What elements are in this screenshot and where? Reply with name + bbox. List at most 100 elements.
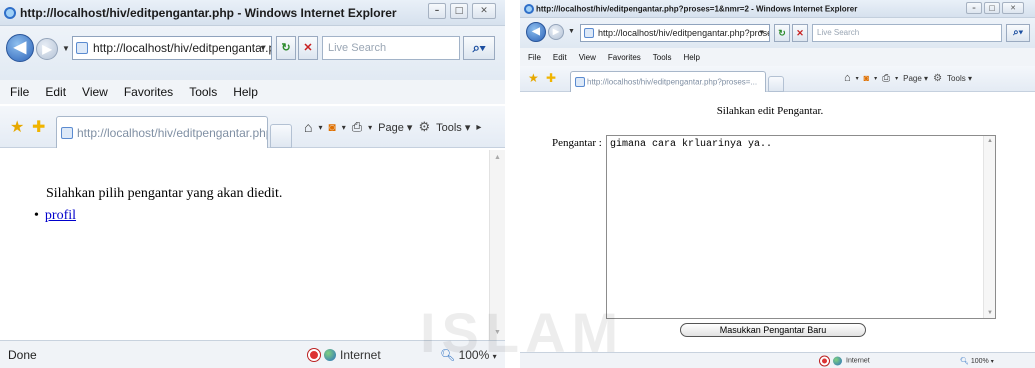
menu-favorites[interactable]: Favorites xyxy=(608,53,641,62)
page-icon xyxy=(584,28,594,38)
globe-icon xyxy=(833,356,842,365)
add-favorite-icon[interactable]: ✚ xyxy=(546,71,556,85)
page-content: Silahkan pilih pengantar yang akan diedi… xyxy=(0,150,505,340)
menu-help[interactable]: Help xyxy=(683,53,699,62)
profil-link[interactable]: profil xyxy=(45,208,76,223)
maximize-button[interactable]: □ xyxy=(450,3,468,19)
zoom-icon: 🔍︎ xyxy=(960,357,969,365)
zone-label: Internet xyxy=(340,347,381,362)
menu-bar: File Edit View Favorites Tools Help xyxy=(0,80,505,104)
refresh-button[interactable]: ↻ xyxy=(276,36,296,60)
page-icon xyxy=(76,42,88,54)
page-icon xyxy=(61,126,73,139)
popup-blocked-icon[interactable] xyxy=(820,356,829,365)
menu-bar: File Edit View Favorites Tools Help xyxy=(520,48,1035,66)
tools-gear-icon[interactable]: ⚙ xyxy=(933,73,942,84)
submit-button[interactable]: Masukkan Pengantar Baru xyxy=(680,323,866,337)
menu-file[interactable]: File xyxy=(10,85,29,99)
close-window-button[interactable]: ✕ xyxy=(1002,2,1024,14)
address-dropdown-icon[interactable]: ▼ xyxy=(259,44,267,53)
scroll-down-icon[interactable]: ▼ xyxy=(987,310,993,316)
menu-tools[interactable]: Tools xyxy=(653,53,672,62)
globe-icon xyxy=(324,348,336,361)
command-bar: ⌂ ▾ ◙ ▾ ⎙ ▾ Page ▾ ⚙ Tools ▾ xyxy=(844,72,972,84)
menu-favorites[interactable]: Favorites xyxy=(124,85,173,99)
browser-window-left: http://localhost/hiv/editpengantar.php -… xyxy=(0,0,505,368)
address-url: http://localhost/hiv/editpengantar.php xyxy=(93,41,272,55)
search-placeholder: Live Search xyxy=(328,42,387,54)
feeds-icon[interactable]: ◙ xyxy=(328,120,335,134)
scroll-up-icon[interactable]: ▲ xyxy=(494,154,501,161)
window-title: http://localhost/hiv/editpengantar.php?p… xyxy=(536,4,858,13)
pengantar-text: gimana cara krluarinya ya.. xyxy=(610,139,773,150)
search-input[interactable]: Live Search xyxy=(322,36,460,60)
close-window-button[interactable]: ✕ xyxy=(472,3,496,19)
refresh-button[interactable]: ↻ xyxy=(774,24,790,42)
menu-help[interactable]: Help xyxy=(233,85,258,99)
status-bar: Internet 🔍︎ 100% ▾ xyxy=(520,352,1035,368)
stop-button[interactable]: ✕ xyxy=(792,24,808,42)
command-bar: ⌂ ▾ ◙ ▾ ⎙ ▾ Page ▾ ⚙ Tools ▾ ▸ xyxy=(304,119,482,135)
page-menu-label: Page xyxy=(903,73,922,83)
menu-tools[interactable]: Tools xyxy=(189,85,217,99)
page-menu-label: Page xyxy=(378,121,404,134)
security-zone[interactable]: Internet xyxy=(308,348,381,362)
home-icon[interactable]: ⌂ xyxy=(304,119,312,135)
scroll-up-icon[interactable]: ▲ xyxy=(987,138,993,144)
zoom-control[interactable]: 🔍︎ 100% ▾ xyxy=(440,348,497,362)
maximize-button[interactable]: □ xyxy=(984,2,1000,14)
tools-menu[interactable]: Tools ▾ xyxy=(947,74,972,83)
favorites-bar: ★ ✚ http://localhost/hiv/editpengantar.p… xyxy=(0,106,505,148)
menu-edit[interactable]: Edit xyxy=(553,53,567,62)
page-menu[interactable]: Page ▾ xyxy=(378,121,412,134)
minimize-button[interactable]: – xyxy=(966,2,982,14)
address-bar[interactable]: http://localhost/hiv/editpengantar.php ▼ xyxy=(72,36,272,60)
search-button[interactable]: ⌕▾ xyxy=(1006,24,1030,42)
tab-current[interactable]: http://localhost/hiv/editpengantar.php xyxy=(56,116,268,148)
menu-view[interactable]: View xyxy=(579,53,596,62)
stop-button[interactable]: ✕ xyxy=(298,36,318,60)
favorites-star-icon[interactable]: ★ xyxy=(10,117,24,137)
forward-button[interactable]: ▶ xyxy=(36,38,58,60)
new-tab-button[interactable] xyxy=(768,76,784,92)
window-title: http://localhost/hiv/editpengantar.php -… xyxy=(20,5,397,20)
zone-label: Internet xyxy=(846,357,870,364)
search-button[interactable]: ⌕▾ xyxy=(463,36,495,60)
instruction-text: Silahkan pilih pengantar yang akan diedi… xyxy=(46,186,283,201)
page-menu[interactable]: Page ▾ xyxy=(903,74,928,83)
status-bar: Done Internet 🔍︎ 100% ▾ xyxy=(0,340,505,368)
textarea-scrollbar[interactable]: ▲ ▼ xyxy=(983,136,995,318)
favorites-star-icon[interactable]: ★ xyxy=(528,71,539,85)
address-bar[interactable]: http://localhost/hiv/editpengantar.php?p… xyxy=(580,24,770,42)
popup-blocked-icon[interactable] xyxy=(308,348,320,361)
zoom-control[interactable]: 🔍︎ 100% ▾ xyxy=(960,357,994,365)
forward-button[interactable]: ▶ xyxy=(548,24,564,40)
pengantar-list: • profil xyxy=(34,208,76,224)
scroll-down-icon[interactable]: ▼ xyxy=(494,329,501,336)
minimize-button[interactable]: – xyxy=(428,3,446,19)
search-input[interactable]: Live Search xyxy=(812,24,1002,42)
back-button[interactable]: ◀ xyxy=(526,22,546,42)
tools-menu[interactable]: Tools ▾ xyxy=(436,121,470,134)
title-bar: http://localhost/hiv/editpengantar.php -… xyxy=(0,0,505,26)
home-icon[interactable]: ⌂ xyxy=(844,72,851,84)
new-tab-button[interactable] xyxy=(270,124,292,148)
pengantar-textarea[interactable]: gimana cara krluarinya ya.. ▲ ▼ xyxy=(606,135,996,319)
chevron-right-icon[interactable]: ▸ xyxy=(476,122,481,133)
history-dropdown-icon[interactable]: ▼ xyxy=(62,44,70,53)
menu-view[interactable]: View xyxy=(82,85,108,99)
print-icon[interactable]: ⎙ xyxy=(882,73,890,84)
security-zone[interactable]: Internet xyxy=(820,356,870,365)
favorites-bar: ★ ✚ http://localhost/hiv/editpengantar.p… xyxy=(520,66,1035,92)
address-dropdown-icon[interactable]: ▼ xyxy=(758,30,765,37)
tab-current[interactable]: http://localhost/hiv/editpengantar.php?p… xyxy=(570,71,766,92)
vertical-scrollbar[interactable]: ▲ ▼ xyxy=(489,150,505,340)
feeds-icon[interactable]: ◙ xyxy=(864,73,869,83)
menu-edit[interactable]: Edit xyxy=(45,85,66,99)
print-icon[interactable]: ⎙ xyxy=(352,119,362,135)
back-button[interactable]: ◀ xyxy=(6,34,34,62)
tools-gear-icon[interactable]: ⚙ xyxy=(418,119,430,135)
history-dropdown-icon[interactable]: ▼ xyxy=(568,28,575,35)
menu-file[interactable]: File xyxy=(528,53,541,62)
add-favorite-icon[interactable]: ✚ xyxy=(32,117,45,137)
